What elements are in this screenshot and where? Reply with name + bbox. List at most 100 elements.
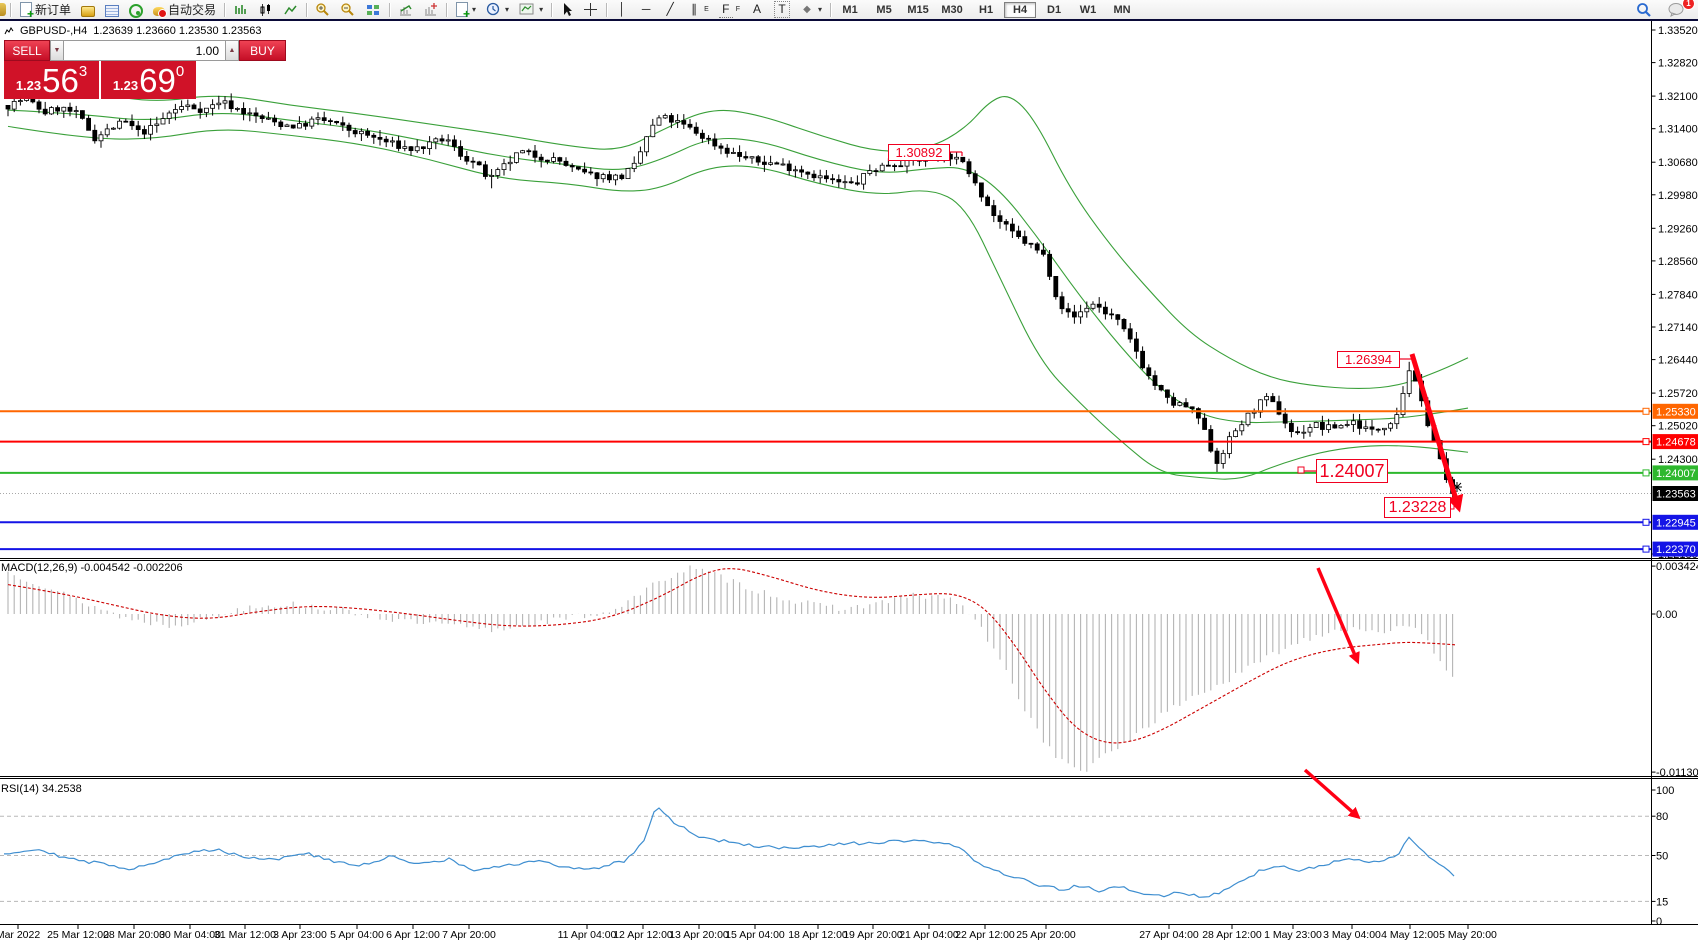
template-button[interactable]: ▾: [514, 0, 548, 19]
new-order-button[interactable]: 新订单: [14, 0, 76, 19]
data-window-button[interactable]: [100, 0, 124, 19]
candlestick-mode-button[interactable]: [253, 0, 278, 19]
zoom-in-button[interactable]: [310, 0, 335, 19]
timeframe-H1[interactable]: H1: [970, 2, 1002, 18]
toolbar-separator: [389, 3, 390, 17]
arrows-tool[interactable]: ◆▾: [795, 0, 827, 19]
indicators-button[interactable]: [393, 0, 418, 19]
sell-price-display[interactable]: 1.23563: [4, 61, 99, 99]
add-indicator-icon: [456, 2, 468, 17]
fibonacci-icon: F: [719, 2, 733, 18]
volume-input[interactable]: [64, 40, 225, 61]
rsi-panel: [0, 808, 1652, 901]
price-tick-label: 1.27840: [1658, 289, 1698, 301]
text-tool[interactable]: A: [745, 0, 769, 19]
time-axis-label: 18 Apr 12:00: [788, 929, 848, 941]
indicator-window-button[interactable]: [418, 0, 443, 19]
trendline-icon: ╱: [663, 2, 677, 17]
price-annotation-label[interactable]: 1.26394: [1337, 351, 1400, 368]
search-button[interactable]: [1631, 0, 1657, 19]
search-icon: [1636, 2, 1652, 18]
auto-trading-button[interactable]: 自动交易: [148, 0, 221, 19]
period-button[interactable]: ▾: [481, 0, 514, 19]
price-annotation-label[interactable]: 1.24007: [1316, 459, 1388, 483]
symbol-ohlc: 1.23639 1.23660 1.23530 1.23563: [93, 25, 261, 37]
mt4-window: 新订单 自动交易 ▾ ▾ ▾ │ ─ ╱ ∥E FF A T ◆▾: [0, 0, 1698, 941]
timeframe-MN[interactable]: MN: [1106, 2, 1138, 18]
price-annotation-label[interactable]: 1.23228: [1384, 497, 1451, 518]
sell-button[interactable]: SELL: [4, 40, 50, 61]
fibonacci-tool[interactable]: FF: [714, 0, 745, 19]
time-axis-label: 21 Apr 04:00: [899, 929, 959, 941]
add-indicator-button[interactable]: ▾: [450, 0, 481, 19]
red-trend-arrow[interactable]: [1412, 354, 1458, 506]
rsi-tick-label: 0: [1656, 916, 1662, 928]
timeframe-M30[interactable]: M30: [936, 2, 968, 18]
label-tool[interactable]: T: [769, 0, 795, 19]
timeframe-M1[interactable]: M1: [834, 2, 866, 18]
toolbar-separator: [830, 3, 831, 17]
buy-price-point: 0: [176, 64, 184, 79]
timeframe-M15[interactable]: M15: [902, 2, 934, 18]
time-axis-label: 3 Apr 23:00: [273, 929, 327, 941]
volume-increase-button[interactable]: ▲: [225, 40, 239, 61]
hline-handle[interactable]: [1643, 408, 1649, 414]
price-axis: 1.335201.328201.321001.314001.306801.299…: [1652, 25, 1698, 928]
sell-price-base: 1.23: [16, 75, 41, 97]
timeframe-M5[interactable]: M5: [868, 2, 900, 18]
auto-trading-icon: [153, 7, 165, 16]
hline-handle[interactable]: [1643, 519, 1649, 525]
horizontal-level-lines[interactable]: [0, 408, 1652, 552]
timeframe-D1[interactable]: D1: [1038, 2, 1070, 18]
horizontal-line-tool[interactable]: ─: [634, 0, 658, 19]
symbol-name: GBPUSD-,H4: [20, 25, 87, 37]
price-tick-label: 1.25020: [1658, 421, 1698, 433]
market-watch-button[interactable]: [76, 0, 100, 19]
price-tick-label: 1.27140: [1658, 322, 1698, 334]
timeframe-H4[interactable]: H4: [1004, 2, 1036, 18]
channel-tool[interactable]: ∥E: [682, 0, 714, 19]
time-axis-label: 15 Apr 04:00: [725, 929, 785, 941]
line-chart-icon: [283, 3, 298, 17]
zoom-out-button[interactable]: [335, 0, 360, 19]
hline-handle[interactable]: [1643, 546, 1649, 552]
bollinger-lower-line: [8, 126, 1468, 479]
cursor-icon: [560, 2, 573, 17]
chart-canvas[interactable]: 1.335201.328201.321001.314001.306801.299…: [0, 0, 1698, 941]
price-annotation-label[interactable]: 1.30892: [888, 144, 950, 161]
trendline-tool[interactable]: ╱: [658, 0, 682, 19]
bar-chart-icon: [233, 3, 248, 17]
signals-button[interactable]: [124, 0, 148, 19]
vertical-line-icon: │: [615, 2, 629, 17]
time-axis-label: 12 Apr 12:00: [613, 929, 673, 941]
red-trend-arrow[interactable]: [1318, 568, 1357, 660]
chevron-down-icon: ▾: [818, 5, 822, 14]
hline-handle[interactable]: [1643, 470, 1649, 476]
price-level-label: 1.23563: [1656, 489, 1696, 501]
sell-price-point: 3: [79, 64, 87, 79]
chevron-down-icon: ▾: [472, 5, 476, 14]
template-icon: [519, 3, 535, 16]
timeframe-W1[interactable]: W1: [1072, 2, 1104, 18]
one-click-trading-panel: SELL ▼ ▲ BUY 1.23563 1.23690: [4, 40, 196, 99]
data-window-icon: [105, 5, 119, 17]
volume-decrease-button[interactable]: ▼: [50, 40, 64, 61]
price-tick-label: 1.31400: [1658, 124, 1698, 136]
annotation-handle[interactable]: [1298, 467, 1304, 473]
hline-handle[interactable]: [1643, 439, 1649, 445]
toolbar-separator: [10, 3, 11, 17]
crosshair-tool-button[interactable]: [578, 0, 603, 19]
tile-windows-button[interactable]: [360, 0, 386, 19]
bar-chart-mode-button[interactable]: [228, 0, 253, 19]
notifications-button[interactable]: 1: [1663, 0, 1690, 19]
trend-arrows[interactable]: [1305, 354, 1458, 816]
line-chart-mode-button[interactable]: [278, 0, 303, 19]
buy-price-display[interactable]: 1.23690: [101, 61, 196, 99]
price-tick-label: 1.29980: [1658, 190, 1698, 202]
cursor-tool-button[interactable]: [555, 0, 578, 19]
vertical-line-tool[interactable]: │: [610, 0, 634, 19]
toolbar: 新订单 自动交易 ▾ ▾ ▾ │ ─ ╱ ∥E FF A T ◆▾: [0, 0, 1698, 19]
text-icon: A: [750, 2, 764, 17]
buy-button[interactable]: BUY: [239, 40, 286, 61]
notification-badge: 1: [1682, 0, 1695, 10]
